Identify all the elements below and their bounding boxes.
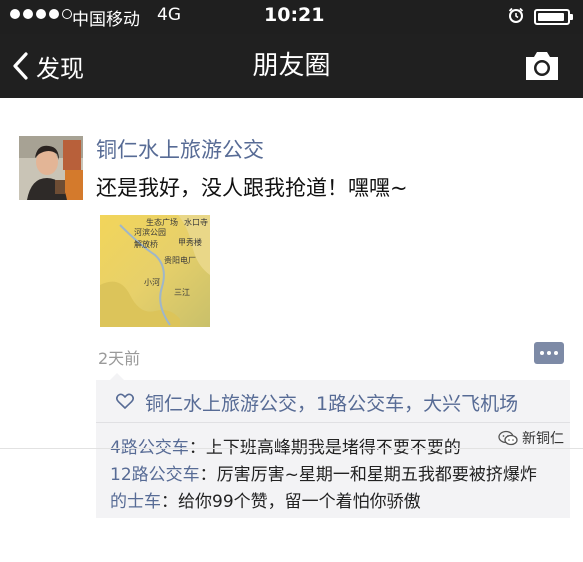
- map-label: 三江: [174, 288, 190, 297]
- avatar-image: [19, 136, 83, 200]
- comment-action-button[interactable]: [534, 342, 564, 364]
- map-label: 河滨公园: [134, 228, 166, 237]
- page-title: 朋友圈: [252, 51, 331, 81]
- clock: 10:21: [264, 4, 325, 26]
- comment-item: 12路公交车：厉害厉害~星期一和星期五我都要被挤爆炸: [110, 465, 537, 485]
- wechat-icon: [498, 430, 518, 446]
- comment-item: 4路公交车：上下班高峰期我是堵得不要不要的: [110, 438, 461, 458]
- map-label: 贵阳电厂: [164, 256, 196, 265]
- carrier-name: 中国移动: [72, 10, 140, 30]
- comment-item: 的士车：给你99个赞，留一个着怕你骄傲: [110, 492, 421, 512]
- comment-text: 给你99个赞，留一个着怕你骄傲: [178, 492, 421, 512]
- status-bar: 中国移动 4G 10:21: [0, 0, 583, 34]
- comment-author[interactable]: 12路公交车: [110, 465, 200, 485]
- comment-author[interactable]: 的士车: [110, 492, 161, 512]
- likes-comments-panel: 铜仁水上旅游公交，1路公交车，大兴飞机场 4路公交车：上下班高峰期我是堵得不要不…: [96, 373, 570, 518]
- map-label: 小河: [144, 278, 160, 287]
- map-label: 甲秀楼: [178, 238, 202, 247]
- heart-icon: [116, 393, 134, 409]
- post-timestamp: 2天前: [98, 349, 141, 368]
- signal-strength-icon: [10, 9, 72, 19]
- map-label: 水口寺: [184, 218, 208, 227]
- alarm-icon: [508, 7, 524, 23]
- comment-text: 厉害厉害~星期一和星期五我都要被挤爆炸: [216, 465, 537, 485]
- post-divider: [0, 448, 583, 449]
- back-label: 发现: [36, 54, 84, 83]
- back-button[interactable]: 发现: [10, 34, 84, 98]
- avatar[interactable]: [19, 136, 83, 200]
- moment-post: 铜仁水上旅游公交 还是我好，没人跟我抢道！嘿嘿~ 生态广场 水口寺 河滨公园 解…: [0, 98, 583, 562]
- post-text: 还是我好，没人跟我抢道！嘿嘿~: [96, 176, 408, 200]
- watermark-text: 新铜仁: [522, 431, 564, 447]
- network-type: 4G: [157, 5, 181, 25]
- post-author[interactable]: 铜仁水上旅游公交: [96, 134, 264, 164]
- camera-icon[interactable]: [522, 48, 562, 84]
- map-label: 解放桥: [134, 240, 158, 249]
- chevron-left-icon: [13, 52, 28, 80]
- battery-icon: [534, 9, 573, 25]
- watermark: 新铜仁: [498, 428, 564, 448]
- nav-bar: 发现 朋友圈: [0, 34, 583, 98]
- post-image-map[interactable]: 生态广场 水口寺 河滨公园 解放桥 甲秀楼 贵阳电厂 小河 三江: [100, 215, 210, 327]
- likes-row: 铜仁水上旅游公交，1路公交车，大兴飞机场: [96, 380, 570, 423]
- likes-list[interactable]: 铜仁水上旅游公交，1路公交车，大兴飞机场: [145, 389, 518, 416]
